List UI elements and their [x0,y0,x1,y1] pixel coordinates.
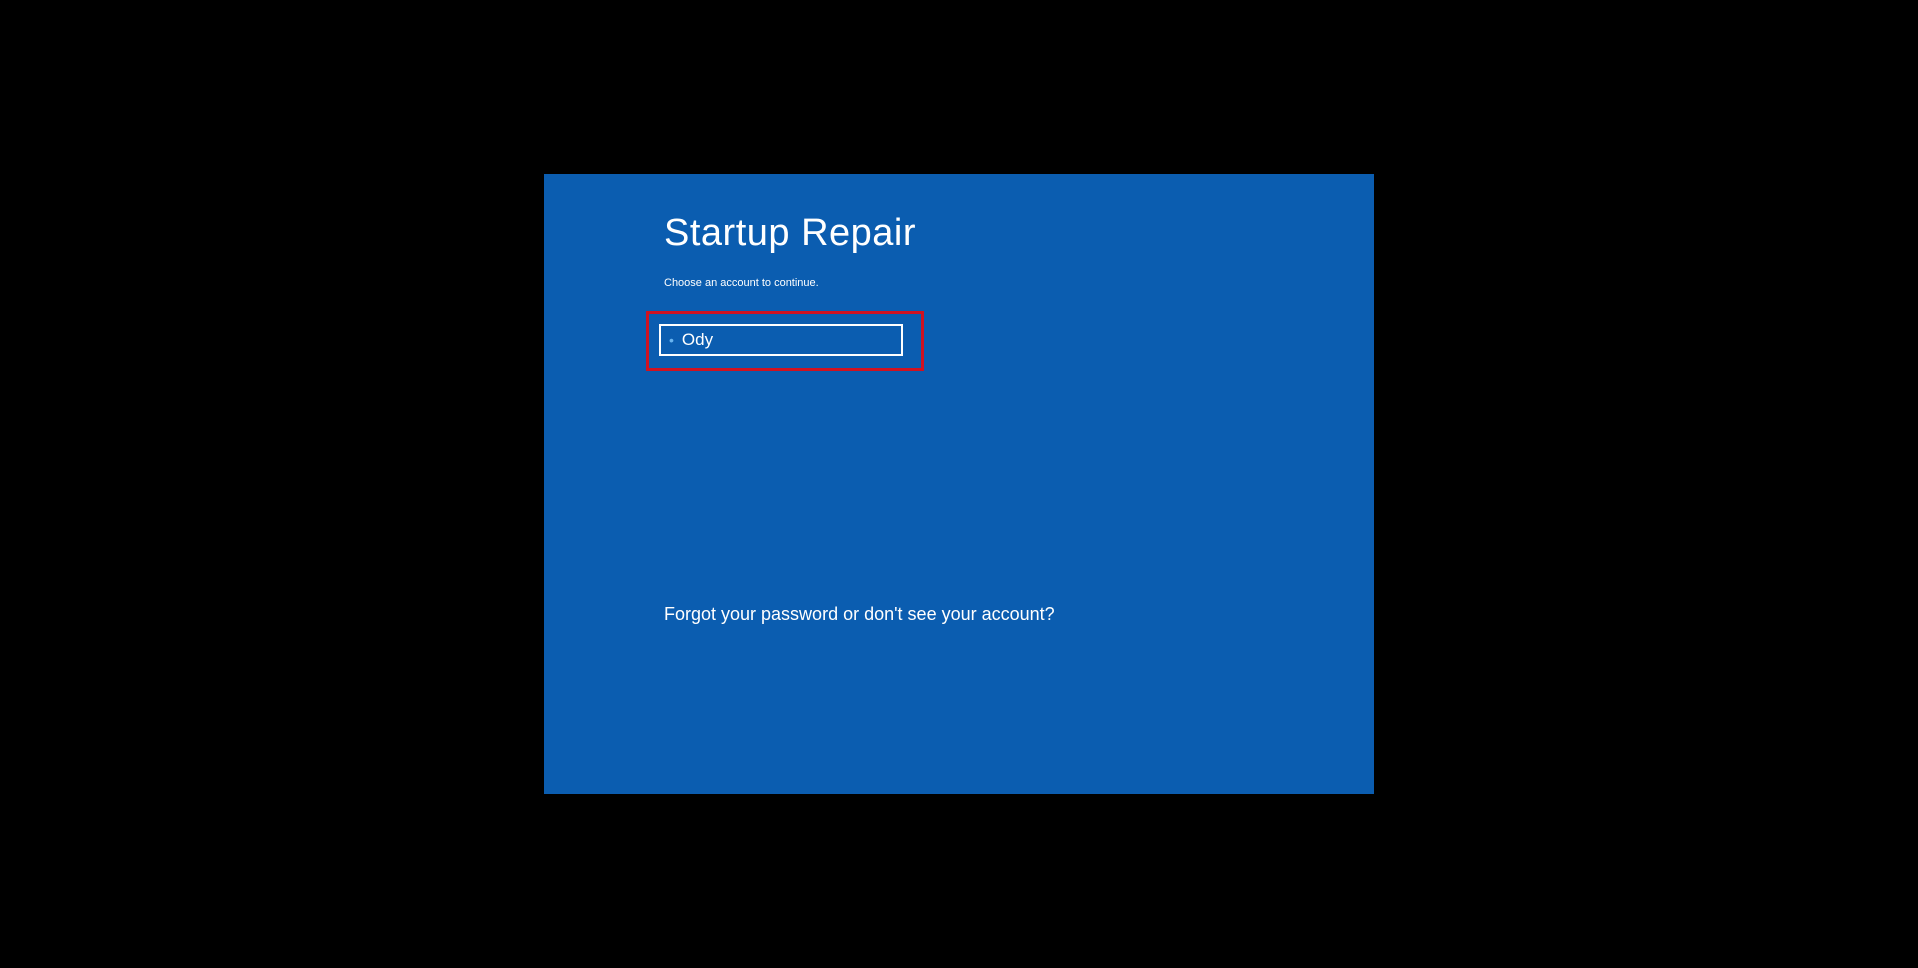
bullet-icon: • [669,333,674,347]
annotation-highlight: • Ody [646,311,924,371]
recovery-screen: Startup Repair Choose an account to cont… [544,174,1374,794]
forgot-password-link[interactable]: Forgot your password or don't see your a… [664,604,1055,625]
account-name-label: Ody [682,330,713,350]
page-title: Startup Repair [664,212,1254,255]
page-subtitle: Choose an account to continue. [664,277,1254,289]
account-option-ody[interactable]: • Ody [659,324,903,356]
